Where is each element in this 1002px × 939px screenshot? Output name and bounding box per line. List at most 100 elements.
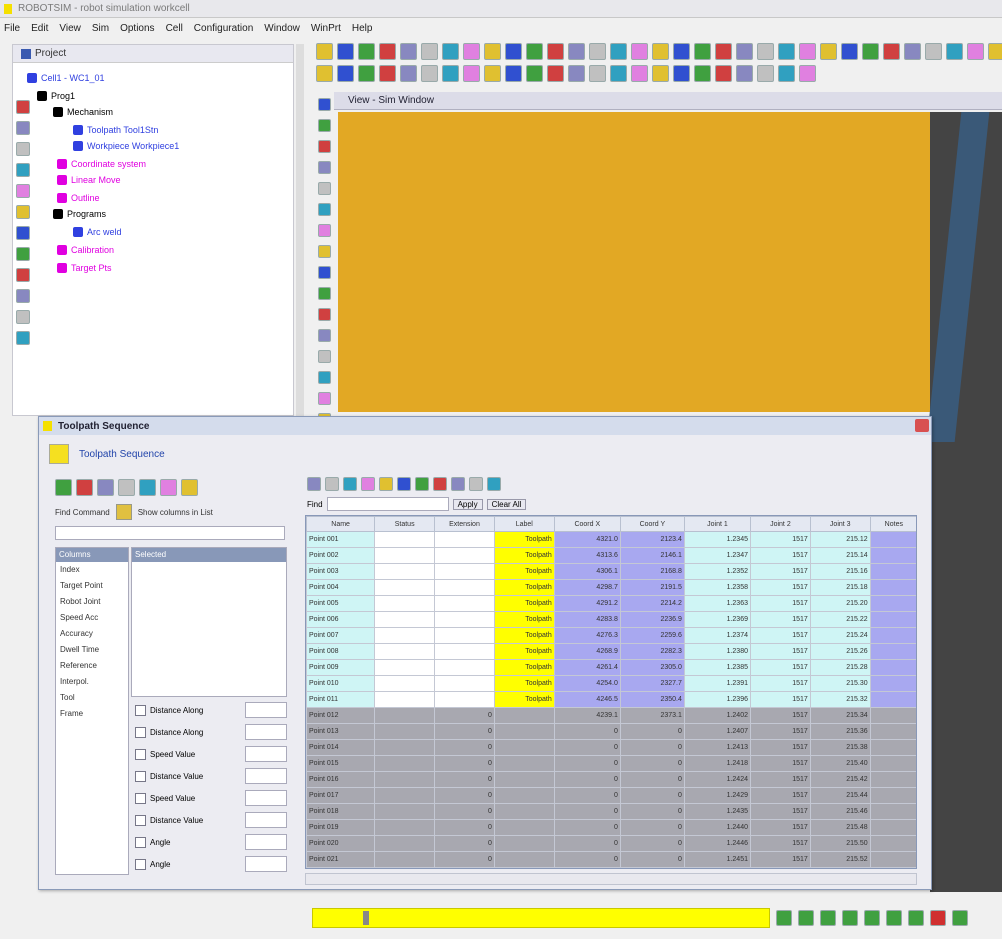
menu-item-edit[interactable]: Edit bbox=[31, 23, 48, 34]
view-tool-2-icon[interactable] bbox=[317, 140, 331, 153]
toolbar2-button-10-icon[interactable] bbox=[526, 64, 543, 82]
option-checkbox[interactable] bbox=[135, 726, 146, 738]
option-value-field[interactable] bbox=[245, 856, 287, 872]
tree-scrollbar[interactable] bbox=[296, 44, 304, 416]
column-header[interactable]: Label bbox=[493, 516, 555, 532]
apply-button[interactable]: Apply bbox=[452, 498, 483, 510]
timeline-slider[interactable] bbox=[312, 908, 770, 928]
option-checkbox[interactable] bbox=[135, 836, 146, 848]
table-row[interactable]: Point 0220001.24571517215.54 bbox=[306, 867, 916, 868]
grid-tool-9-icon[interactable] bbox=[469, 477, 483, 491]
view-tool-3-icon[interactable] bbox=[317, 161, 331, 174]
toolbar-button-25-icon[interactable] bbox=[841, 42, 858, 60]
table-row[interactable]: Point 002 Toolpath 4313.6 2146.1 1.2347 1517 2… bbox=[306, 547, 916, 564]
grid-tool-1-icon[interactable] bbox=[325, 477, 339, 491]
column-header[interactable]: Coord X bbox=[553, 516, 621, 532]
toolbar-button-8-icon[interactable] bbox=[484, 42, 501, 60]
tree-node[interactable]: Coordinate system bbox=[57, 159, 146, 169]
column-list-item[interactable]: Dwell Time bbox=[56, 642, 128, 658]
menu-item-file[interactable]: File bbox=[4, 23, 20, 34]
menu-item-cell[interactable]: Cell bbox=[166, 23, 183, 34]
grid-tool-2-icon[interactable] bbox=[343, 477, 357, 491]
tree-node[interactable]: Mechanism bbox=[53, 107, 113, 117]
menu-item-options[interactable]: Options bbox=[120, 23, 154, 34]
filter-input[interactable] bbox=[326, 497, 449, 511]
table-row[interactable]: Point 014 0 0 0 1.2413 1517 215.38 bbox=[306, 739, 916, 756]
table-row[interactable]: Point 010 Toolpath 4254.0 2327.7 1.2391 1517 2… bbox=[306, 675, 916, 692]
grid-tool-3-icon[interactable] bbox=[361, 477, 375, 491]
toolbar-button-1-icon[interactable] bbox=[337, 42, 354, 60]
toolbar-button-3-icon[interactable] bbox=[379, 42, 396, 60]
table-row[interactable]: Point 008 Toolpath 4268.9 2282.3 1.2380 1517 2… bbox=[306, 643, 916, 660]
toolbar2-button-3-icon[interactable] bbox=[379, 64, 396, 82]
side-tool-5-icon[interactable] bbox=[16, 205, 30, 219]
menu-item-help[interactable]: Help bbox=[352, 23, 373, 34]
side-tool-3-icon[interactable] bbox=[16, 163, 30, 177]
table-row[interactable]: Point 019 0 0 0 1.2440 1517 215.48 bbox=[306, 819, 916, 836]
option-checkbox[interactable] bbox=[135, 770, 146, 782]
grid-tool-6-icon[interactable] bbox=[415, 477, 429, 491]
toolbar2-button-17-icon[interactable] bbox=[673, 64, 690, 82]
dialog-tool-6-icon[interactable] bbox=[181, 478, 198, 496]
toolbar2-button-19-icon[interactable] bbox=[715, 64, 732, 82]
side-tool-4-icon[interactable] bbox=[16, 184, 30, 198]
option-checkbox[interactable] bbox=[135, 704, 146, 716]
option-value-field[interactable] bbox=[245, 768, 287, 784]
toolbar-button-20-icon[interactable] bbox=[736, 42, 753, 60]
option-value-field[interactable] bbox=[245, 724, 287, 740]
toolbar2-button-8-icon[interactable] bbox=[484, 64, 501, 82]
tree-node[interactable]: Arc weld bbox=[73, 227, 122, 237]
toolbar-button-6-icon[interactable] bbox=[442, 42, 459, 60]
toolbar-button-24-icon[interactable] bbox=[820, 42, 837, 60]
table-row[interactable]: Point 018 0 0 0 1.2435 1517 215.46 bbox=[306, 803, 916, 820]
side-tool-6-icon[interactable] bbox=[16, 226, 30, 240]
toolbar-button-12-icon[interactable] bbox=[568, 42, 585, 60]
menu-item-view[interactable]: View bbox=[59, 23, 81, 34]
toolbar2-button-9-icon[interactable] bbox=[505, 64, 522, 82]
playback-5-icon[interactable] bbox=[886, 910, 902, 926]
view-tool-14-icon[interactable] bbox=[317, 392, 331, 405]
dialog-close-button[interactable] bbox=[915, 419, 929, 432]
dialog-tool-1-icon[interactable] bbox=[76, 478, 93, 496]
column-header[interactable]: Joint 3 bbox=[809, 516, 871, 532]
toolbar-button-2-icon[interactable] bbox=[358, 42, 375, 60]
view-tool-1-icon[interactable] bbox=[317, 119, 331, 132]
toolbar2-button-1-icon[interactable] bbox=[337, 64, 354, 82]
option-value-field[interactable] bbox=[245, 834, 287, 850]
tree-node[interactable]: Target Pts bbox=[57, 263, 112, 273]
column-header[interactable]: Coord Y bbox=[619, 516, 685, 532]
toolbar-button-32-icon[interactable] bbox=[988, 42, 1002, 60]
grid-tool-8-icon[interactable] bbox=[451, 477, 465, 491]
view-tool-5-icon[interactable] bbox=[317, 203, 331, 216]
column-header[interactable]: Joint 2 bbox=[750, 516, 811, 532]
toolbar2-button-6-icon[interactable] bbox=[442, 64, 459, 82]
option-value-field[interactable] bbox=[245, 702, 287, 718]
side-tool-2-icon[interactable] bbox=[16, 142, 30, 156]
toolbar-button-17-icon[interactable] bbox=[673, 42, 690, 60]
dialog-tool-5-icon[interactable] bbox=[160, 478, 177, 496]
playback-4-icon[interactable] bbox=[864, 910, 880, 926]
table-row[interactable]: Point 020 0 0 0 1.2446 1517 215.50 bbox=[306, 835, 916, 852]
column-list-item[interactable]: Interpol. bbox=[56, 674, 128, 690]
column-list-item[interactable]: Robot Joint bbox=[56, 594, 128, 610]
toolbar2-button-7-icon[interactable] bbox=[463, 64, 480, 82]
toolbar-button-0-icon[interactable] bbox=[316, 42, 333, 60]
toolbar2-button-13-icon[interactable] bbox=[589, 64, 606, 82]
toolbar-button-11-icon[interactable] bbox=[547, 42, 564, 60]
toolbar-button-31-icon[interactable] bbox=[967, 42, 984, 60]
toolbar-button-22-icon[interactable] bbox=[778, 42, 795, 60]
toolbar-button-9-icon[interactable] bbox=[505, 42, 522, 60]
table-row[interactable]: Point 016 0 0 0 1.2424 1517 215.42 bbox=[306, 771, 916, 788]
side-tool-7-icon[interactable] bbox=[16, 247, 30, 261]
toolbar2-button-2-icon[interactable] bbox=[358, 64, 375, 82]
column-list-item[interactable]: Frame bbox=[56, 706, 128, 722]
tree-node[interactable]: Calibration bbox=[57, 245, 114, 255]
dialog-tool-4-icon[interactable] bbox=[139, 478, 156, 496]
toolbar2-button-18-icon[interactable] bbox=[694, 64, 711, 82]
toolbar-button-13-icon[interactable] bbox=[589, 42, 606, 60]
toolbar-button-27-icon[interactable] bbox=[883, 42, 900, 60]
toolbar-button-30-icon[interactable] bbox=[946, 42, 963, 60]
table-row[interactable]: Point 003 Toolpath 4306.1 2168.8 1.2352 1517 2… bbox=[306, 563, 916, 580]
side-tool-11-icon[interactable] bbox=[16, 331, 30, 345]
timeline-thumb[interactable] bbox=[363, 911, 370, 925]
